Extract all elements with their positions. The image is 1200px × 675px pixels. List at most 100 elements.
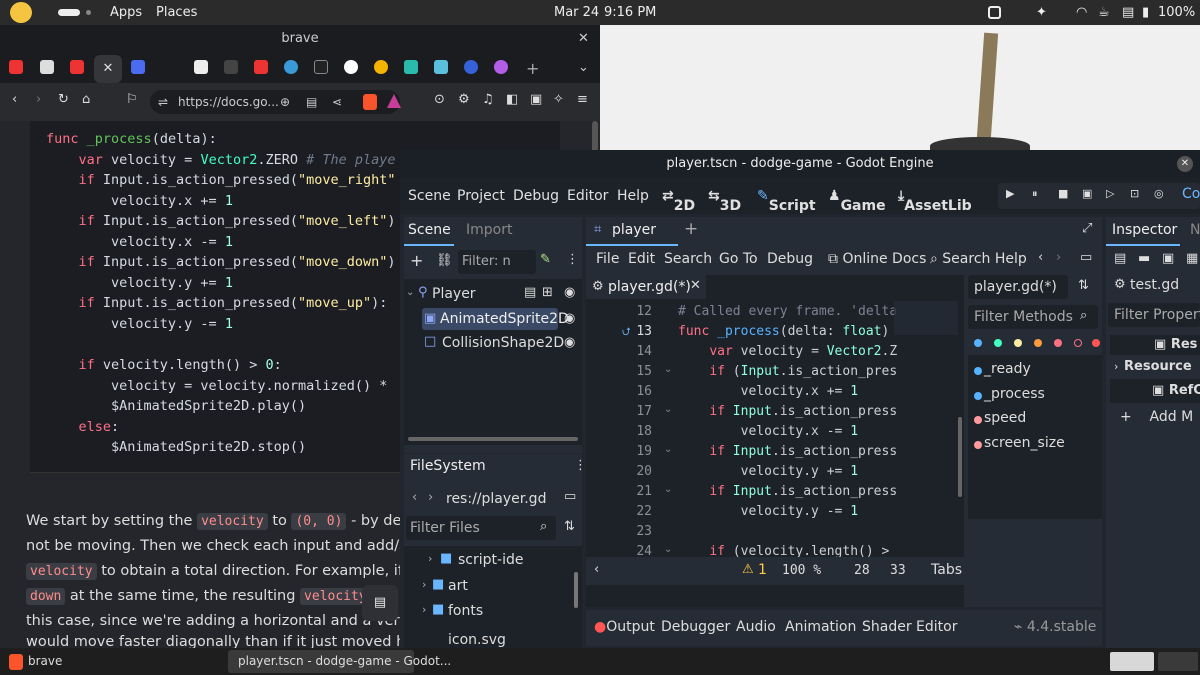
reader-mode-button[interactable]: ▤ <box>362 585 398 621</box>
expand-icon[interactable]: › <box>422 578 426 591</box>
distro-logo-icon[interactable] <box>10 2 32 23</box>
filter-color-dot[interactable] <box>1054 339 1062 347</box>
record-icon[interactable] <box>988 6 1001 19</box>
workspace-assetlib[interactable]: ⤓ AssetLib <box>898 188 972 214</box>
menu-goto[interactable]: Go To <box>719 251 758 267</box>
visibility-icon[interactable]: ◉ <box>564 335 575 350</box>
forward-icon[interactable]: › <box>428 490 433 505</box>
menu-editor[interactable]: Editor <box>567 188 608 204</box>
filter-color-dot[interactable] <box>1014 339 1022 347</box>
tab-audio[interactable]: Audio <box>736 619 776 635</box>
home-icon[interactable]: ⌂ <box>82 92 90 107</box>
menu-icon[interactable]: ≡ <box>577 92 588 107</box>
script-icon[interactable]: ▤ <box>524 285 536 300</box>
activities-indicator[interactable] <box>58 9 80 16</box>
tab-site-icon[interactable] <box>314 60 328 74</box>
coffee-icon[interactable]: ☕ <box>1098 5 1110 20</box>
fold-icon[interactable]: ⌄ <box>664 544 672 555</box>
prev-script-icon[interactable]: ‹ <box>1038 250 1043 265</box>
tab-shader-editor[interactable]: Shader Editor <box>862 619 957 635</box>
renderer-label[interactable]: Co <box>1182 186 1200 202</box>
menu-file[interactable]: File <box>596 251 619 267</box>
more-icon[interactable]: ▦ <box>1186 251 1198 266</box>
close-icon[interactable]: ✕ <box>1177 156 1193 172</box>
visibility-icon[interactable]: ◉ <box>564 311 575 326</box>
new-tab-button[interactable]: + <box>526 59 539 78</box>
method-item[interactable]: speed <box>984 410 1026 426</box>
zoom-icon[interactable]: ⊕ <box>280 90 290 114</box>
tab-site-icon[interactable] <box>40 60 54 74</box>
tree-hscrollbar[interactable] <box>408 437 578 441</box>
filter-nodes-input[interactable]: Filter: n <box>458 250 536 274</box>
filter-color-dot[interactable] <box>1034 339 1042 347</box>
method-item[interactable]: _process <box>984 386 1045 402</box>
tab-site-icon[interactable] <box>464 60 478 74</box>
group-icon[interactable]: ⊞ <box>542 285 553 300</box>
tab-chrome-icon[interactable] <box>374 60 388 74</box>
method-item[interactable]: screen_size <box>984 435 1065 451</box>
close-icon[interactable]: ✕ <box>690 278 701 293</box>
leo-icon[interactable]: ✧ <box>553 92 564 107</box>
tab-site-icon[interactable] <box>194 60 208 74</box>
inspected-file[interactable]: test.gd <box>1130 277 1179 293</box>
active-tab[interactable]: ✕ <box>94 55 122 83</box>
visibility-icon[interactable]: ◉ <box>564 285 575 300</box>
sort-icon[interactable]: ⇅ <box>1078 278 1089 293</box>
taskbar-godot-item[interactable]: player.tscn - dodge-game - Godot... <box>228 650 451 673</box>
tab-site-icon[interactable] <box>284 60 298 74</box>
movie-maker-icon[interactable]: ◎ <box>1154 187 1164 200</box>
fold-icon[interactable]: ⌄ <box>664 444 672 455</box>
apps-menu[interactable]: Apps <box>110 5 142 20</box>
filter-color-dot[interactable] <box>974 339 982 347</box>
time-label[interactable]: 9:16 PM <box>604 5 656 20</box>
bookmark-icon[interactable]: ⚐ <box>126 92 138 107</box>
link-icon[interactable]: ⛓ <box>436 253 453 268</box>
battery-icon[interactable]: ▮ <box>1142 5 1149 20</box>
filter-color-dot[interactable] <box>1092 339 1100 347</box>
attach-script-icon[interactable]: ✎ <box>540 252 551 267</box>
scroll-left-icon[interactable]: ‹ <box>594 562 599 577</box>
file-tree-item[interactable]: art <box>448 578 468 594</box>
tab-output[interactable]: ●Output <box>594 619 655 635</box>
more-icon[interactable]: ⋮ <box>566 252 579 267</box>
pause-icon[interactable]: ⏸ <box>1032 187 1038 201</box>
fold-icon[interactable]: ⌄ <box>664 364 672 375</box>
play-scene-icon[interactable]: ▷ <box>1106 187 1114 200</box>
tab-youtube-icon[interactable] <box>70 60 84 74</box>
private-icon[interactable]: ⊙ <box>434 92 445 107</box>
tree-item-collisionshape2d[interactable]: CollisionShape2D <box>442 335 564 351</box>
sidebar-icon[interactable]: ◧ <box>506 92 518 107</box>
tab-site-icon[interactable] <box>404 60 418 74</box>
remote-debug-icon[interactable]: ▣ <box>1082 187 1092 200</box>
script-tab[interactable]: player <box>612 222 656 238</box>
warning-icon[interactable]: ⚠ <box>742 562 754 577</box>
back-icon[interactable]: ‹ <box>412 490 417 505</box>
menu-scene[interactable]: Scene <box>408 188 451 204</box>
code-lines[interactable]: 12 13 14 15 16 17 18 19 20 21 22 23 24 ⮍… <box>586 301 964 557</box>
new-resource-icon[interactable]: ▤ <box>1114 251 1126 266</box>
resource-section[interactable]: Resource <box>1124 359 1192 374</box>
indent-mode[interactable]: Tabs <box>931 562 962 578</box>
file-tree-item[interactable]: fonts <box>448 603 483 619</box>
refcounted-header[interactable]: ▣ RefC <box>1110 379 1200 403</box>
method-item[interactable]: _ready <box>984 361 1031 377</box>
split-view-icon[interactable]: ▭ <box>564 489 576 504</box>
menu-search[interactable]: Search <box>664 251 712 267</box>
zoom-level[interactable]: 100 % <box>782 563 821 578</box>
clipboard-icon[interactable]: ▤ <box>1122 5 1134 20</box>
fold-icon[interactable]: ⌄ <box>664 404 672 415</box>
filter-color-dot[interactable] <box>994 339 1002 347</box>
tab-inspector[interactable]: Inspector <box>1112 222 1177 238</box>
tab-google-icon[interactable] <box>344 60 358 74</box>
fold-icon[interactable]: ⌄ <box>664 484 672 495</box>
menu-debug[interactable]: Debug <box>767 251 813 267</box>
filter-files-input[interactable]: Filter Files ⌕ <box>406 516 556 540</box>
places-menu[interactable]: Places <box>156 5 197 20</box>
tree-item-player[interactable]: Player <box>432 286 476 302</box>
load-resource-icon[interactable]: ▬ <box>1138 251 1150 266</box>
media-icon[interactable]: ♫ <box>482 92 494 107</box>
brave-rewards-icon[interactable] <box>387 94 401 108</box>
reader-icon[interactable]: ▤ <box>306 90 317 114</box>
date-label[interactable]: Mar 24 <box>554 5 599 20</box>
filter-color-dot[interactable] <box>1074 339 1082 347</box>
